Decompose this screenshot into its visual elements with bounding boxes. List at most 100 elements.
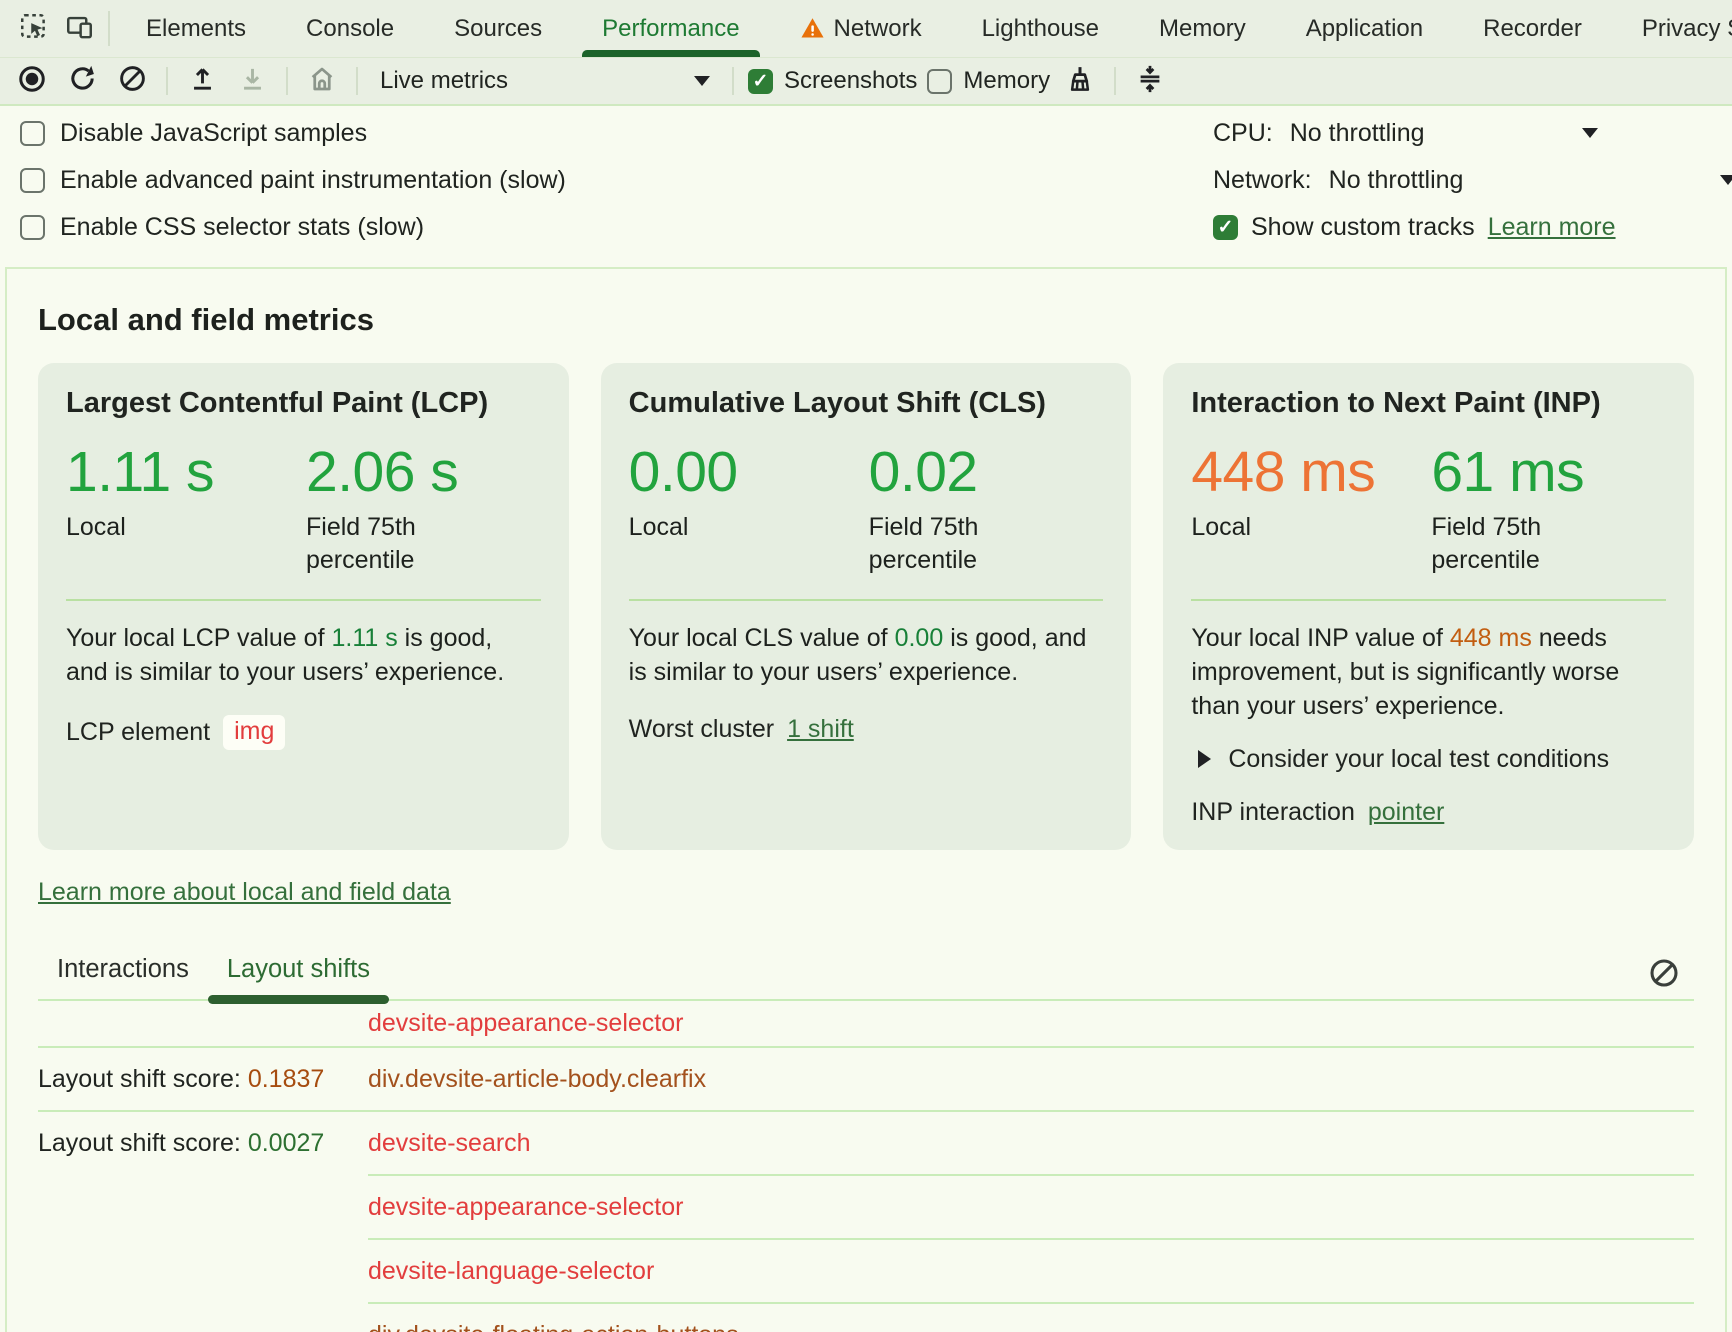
inp-card: Interaction to Next Paint (INP) 448 ms L… [1163,363,1694,850]
layout-shift-row: devsite-language-selector [38,1240,1694,1302]
advanced-paint-checkbox-row[interactable]: Enable advanced paint instrumentation (s… [20,164,566,196]
shift-element-link[interactable]: div.devsite-floating-action-buttons [368,1321,1694,1332]
cpu-throttling-select[interactable]: CPU: No throttling [1213,117,1732,149]
tab-elements[interactable]: Elements [116,0,276,57]
learn-more-field-data-link[interactable]: Learn more about local and field data [38,878,451,907]
tab-label: Memory [1159,15,1246,43]
score-label: Layout shift score: [38,1065,248,1093]
layout-shift-row: devsite-appearance-selector [38,1001,1694,1046]
download-icon [238,64,267,98]
block-icon [118,64,147,98]
shift-element-link[interactable]: devsite-search [368,1129,1694,1158]
shift-element-link[interactable]: devsite-language-selector [368,1257,1694,1286]
lcp-field-metric: 2.06 s Field 75th percentile [306,440,541,577]
divider [66,599,541,601]
record-and-reload-button[interactable] [62,61,102,101]
screenshots-label: Screenshots [784,67,917,95]
record-button[interactable] [12,61,52,101]
live-metrics-dropdown[interactable]: Live metrics [372,67,718,95]
shift-element-link[interactable]: devsite-appearance-selector [368,1009,1694,1038]
card-title: Cumulative Layout Shift (CLS) [629,387,1104,420]
shift-element-link[interactable]: div.devsite-article-body.clearfix [368,1065,1694,1094]
chevron-down-icon [694,76,710,86]
tab-label: Interactions [57,955,189,983]
checkbox-unchecked-icon [20,215,45,240]
worst-cluster-link[interactable]: 1 shift [787,715,854,744]
disclosure-triangle-icon [1198,750,1211,768]
card-title: Largest Contentful Paint (LCP) [66,387,541,420]
lcp-element-link[interactable]: img [223,715,285,750]
load-profile-button[interactable] [182,61,222,101]
shift-element-link[interactable]: devsite-appearance-selector [368,1193,1694,1222]
network-throttling-select[interactable]: Network: No throttling [1213,164,1732,196]
inspect-element-button[interactable] [10,0,56,57]
divider [1191,599,1666,601]
collapse-panel-button[interactable] [1130,61,1170,101]
tab-console[interactable]: Console [276,0,424,57]
tab-lighthouse[interactable]: Lighthouse [952,0,1129,57]
inp-interaction-link[interactable]: pointer [1368,798,1444,827]
tab-application[interactable]: Application [1276,0,1453,57]
chevron-down-icon [1582,128,1598,138]
tab-interactions[interactable]: Interactions [38,955,208,999]
card-title: Interaction to Next Paint (INP) [1191,387,1666,420]
disable-js-samples-checkbox-row[interactable]: Disable JavaScript samples [20,117,367,149]
tab-recorder[interactable]: Recorder [1453,0,1612,57]
shift-score: Layout shift score: 0.0027 [38,1129,368,1158]
record-icon [17,64,47,99]
tab-sources[interactable]: Sources [424,0,572,57]
warning-icon [800,16,825,41]
cls-field-metric: 0.02 Field 75th percentile [869,440,1104,577]
css-selector-stats-checkbox-row[interactable]: Enable CSS selector stats (slow) [20,211,424,243]
memory-checkbox-row[interactable]: Memory [927,67,1050,95]
check-glyph: ✓ [753,70,769,93]
collect-garbage-button[interactable] [1060,61,1100,101]
layout-shift-row: devsite-appearance-selector [38,1176,1694,1238]
custom-tracks-label: Show custom tracks [1251,213,1475,242]
tab-layout-shifts[interactable]: Layout shifts [208,955,389,999]
tab-label: Application [1306,15,1423,43]
tab-memory[interactable]: Memory [1129,0,1276,57]
checkbox-unchecked-icon [20,121,45,146]
learn-more-link[interactable]: Learn more [1488,213,1616,242]
inp-local-metric: 448 ms Local [1191,440,1431,577]
tab-privacy-sandbox[interactable]: Privacy Sandbox [1612,0,1732,57]
lcp-card: Largest Contentful Paint (LCP) 1.11 s Lo… [38,363,569,850]
devtools-window: Elements Console Sources Performance Net… [0,0,1732,1332]
layout-shift-row: Layout shift score: 0.0027 devsite-searc… [38,1112,1694,1174]
show-custom-tracks-checkbox-row[interactable]: ✓ Show custom tracks Learn more [1213,211,1732,243]
toggle-device-toolbar-button[interactable] [56,0,102,57]
upload-icon [188,64,217,98]
block-icon [1648,957,1680,989]
divider [629,599,1104,601]
metric-label: Field 75th percentile [1431,511,1591,577]
tab-network[interactable]: Network [770,0,952,57]
home-icon [307,64,337,99]
home-button[interactable] [302,61,342,101]
metric-value: 448 ms [1191,440,1431,506]
metric-label: Local [66,511,226,544]
metric-value: 1.11 s [66,440,306,506]
worst-cluster-row: Worst cluster 1 shift [629,715,1104,744]
local-test-conditions-disclosure[interactable]: Consider your local test conditions [1198,745,1666,774]
disclosure-label: Consider your local test conditions [1228,745,1609,774]
lcp-element-row: LCP element img [66,715,541,750]
tab-label: Lighthouse [982,15,1099,43]
cls-description: Your local CLS value of 0.00 is good, an… [629,621,1104,689]
tab-label: Recorder [1483,15,1582,43]
metric-value: 0.00 [629,440,869,506]
layout-shift-row: Layout shift score: 0.1837 div.devsite-a… [38,1048,1694,1110]
toolbar-divider [166,67,168,95]
reload-icon [68,64,97,98]
metric-label: Field 75th percentile [869,511,1029,577]
footer-label: LCP element [66,718,210,747]
clear-log-button[interactable] [1648,957,1680,989]
screenshots-checkbox-row[interactable]: ✓ Screenshots [748,67,917,95]
checkbox-label: Enable CSS selector stats (slow) [60,213,424,242]
score-value: 0.0027 [248,1129,324,1157]
tab-performance[interactable]: Performance [572,0,769,57]
clear-button[interactable] [112,61,152,101]
save-profile-button[interactable] [232,61,272,101]
tab-label: Performance [602,15,739,43]
metrics-log: Interactions Layout shifts devsite-appea… [38,955,1694,1332]
